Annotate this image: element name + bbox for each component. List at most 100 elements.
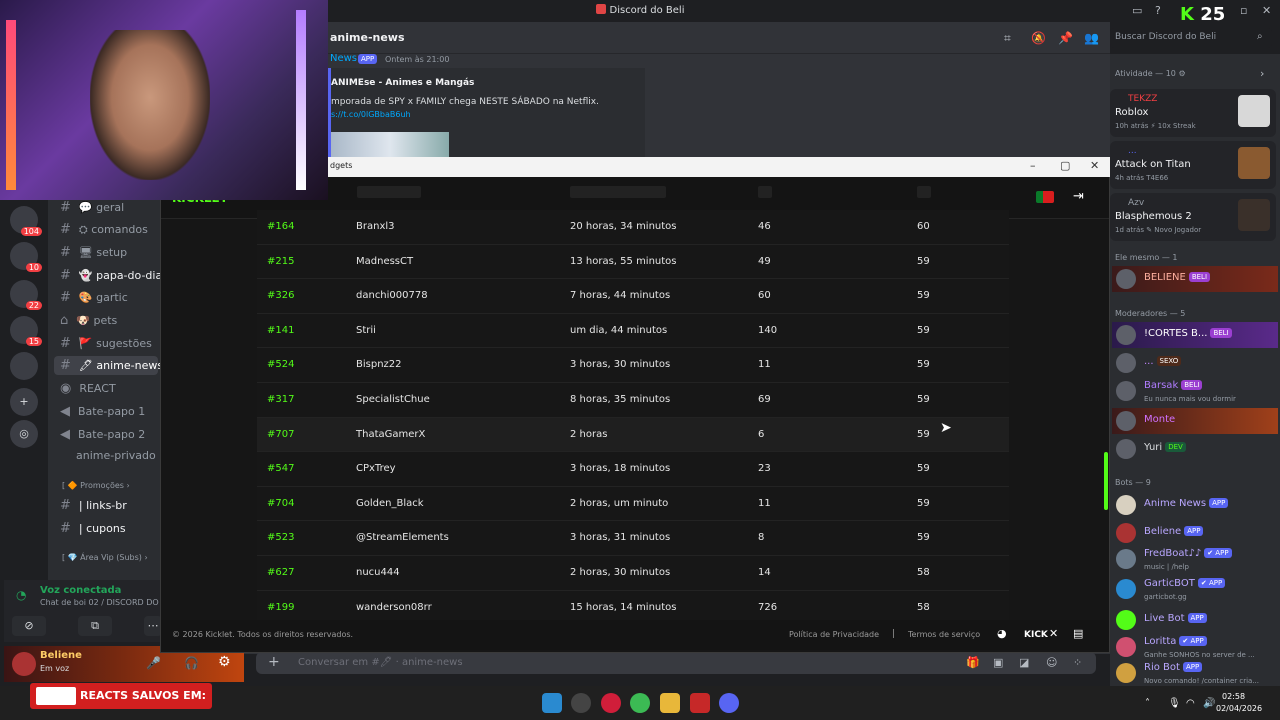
- close-icon[interactable]: ✕: [1090, 159, 1099, 172]
- activities-button[interactable]: ⧉: [78, 616, 112, 636]
- deafen-icon[interactable]: 🎧: [184, 656, 199, 670]
- gift-icon[interactable]: 🎁: [966, 656, 980, 669]
- chevron-up-icon[interactable]: ˄: [1145, 698, 1150, 709]
- chrome-icon[interactable]: [630, 693, 650, 713]
- voice-channel-2[interactable]: ◀ Bate-papo 2: [60, 427, 145, 442]
- scrollbar[interactable]: [1104, 452, 1108, 510]
- table-row[interactable]: #317 SpecialistChue 8 horas, 35 minutos 69 5…: [257, 383, 1009, 418]
- voice-channel[interactable]: Chat de boi 02 / DISCORD DO: [40, 598, 159, 607]
- member-item[interactable]: Anime News APP: [1112, 492, 1278, 518]
- table-row[interactable]: #326 danchi000778 7 horas, 44 minutos 60 59: [257, 279, 1009, 314]
- docs-icon[interactable]: ▤: [1073, 627, 1083, 640]
- threads-icon[interactable]: ⌗: [1004, 31, 1011, 46]
- channel-papa-do-dia[interactable]: # 👻 papa-do-dia: [60, 268, 162, 283]
- mic-icon[interactable]: 🎙: [1168, 698, 1181, 709]
- noise-suppression-button[interactable]: ⊘: [12, 616, 46, 636]
- category-promocoes[interactable]: [ 🔶 Promoções ›: [62, 481, 130, 490]
- start-icon[interactable]: [542, 693, 562, 713]
- volume-icon[interactable]: 🔊: [1203, 698, 1215, 709]
- channel-anime-news[interactable]: # 🖊 anime-news: [54, 356, 163, 375]
- table-row[interactable]: #523 @StreamElements 3 horas, 31 minutos 8 5…: [257, 521, 1009, 556]
- discord-icon[interactable]: ◕: [997, 627, 1007, 640]
- inbox-icon[interactable]: ▭: [1132, 4, 1142, 17]
- add-attachment-icon[interactable]: +: [268, 654, 280, 670]
- channel-setup[interactable]: # 🖥 setup: [60, 245, 127, 260]
- close-window-icon[interactable]: ✕: [1262, 4, 1271, 17]
- add-server-icon[interactable]: +: [10, 388, 38, 416]
- member-item[interactable]: ... SEXO: [1112, 350, 1278, 376]
- server-icon[interactable]: 15: [10, 316, 42, 346]
- table-row[interactable]: #164 Branxl3 20 horas, 34 minutos 46 60: [257, 210, 1009, 245]
- member-item[interactable]: Loritta ✔ APP Ganhe SONHOS no server de ..…: [1112, 634, 1278, 660]
- wifi-icon[interactable]: ◠: [1186, 698, 1195, 709]
- chevron-right-icon[interactable]: ›: [1260, 67, 1264, 80]
- activity-card[interactable]: TEKZZ Roblox 10h atrás ⚡ 10x Streak: [1110, 89, 1276, 137]
- minimize-icon[interactable]: ▫: [1240, 4, 1247, 17]
- discord-icon[interactable]: [719, 693, 739, 713]
- member-item[interactable]: FredBoat♪♪ ✔ APP music | /help: [1112, 546, 1278, 572]
- voice-channel-1[interactable]: ◀ Bate-papo 1: [60, 404, 145, 419]
- activity-card[interactable]: ... Attack on Titan 4h atrás T4E66: [1110, 141, 1276, 189]
- embed-title[interactable]: ANIMEse - Animes e Mangás: [331, 78, 474, 88]
- kick-link[interactable]: KICK: [1024, 630, 1048, 640]
- member-item[interactable]: !CORTES B... BELI: [1112, 322, 1278, 348]
- terms-link[interactable]: Termos de serviço: [908, 630, 980, 639]
- emoji-icon[interactable]: ☺: [1046, 656, 1057, 669]
- server-icon[interactable]: 10: [10, 242, 42, 272]
- member-item[interactable]: Beliene APP: [1112, 520, 1278, 546]
- member-item[interactable]: Yuri DEV: [1112, 436, 1278, 462]
- mute-mic-icon[interactable]: 🎤: [146, 656, 161, 670]
- x-icon[interactable]: ✕: [1049, 627, 1058, 640]
- channel-react[interactable]: ◉ REACT: [60, 381, 116, 396]
- channel-anime-privado[interactable]: anime-privado: [76, 449, 156, 462]
- settings-icon[interactable]: ⚙: [218, 654, 231, 670]
- channel-geral[interactable]: # 💬 geral: [60, 200, 124, 215]
- apps-icon[interactable]: ⁘: [1073, 656, 1082, 669]
- category-vip[interactable]: [ 💎 Área Vip (Subs) ›: [62, 553, 148, 562]
- portugal-flag-icon[interactable]: [1036, 191, 1054, 203]
- privacy-link[interactable]: Política de Privacidade: [789, 630, 879, 639]
- member-item[interactable]: GarticBOT ✔ APP garticbot.gg: [1112, 576, 1278, 602]
- date[interactable]: 02/04/2026: [1216, 704, 1262, 713]
- pin-icon[interactable]: 📌: [1058, 31, 1073, 45]
- server-icon[interactable]: 22: [10, 280, 42, 310]
- app-icon[interactable]: [690, 693, 710, 713]
- members-icon[interactable]: 👥: [1084, 31, 1099, 45]
- member-item[interactable]: BELIENE BELI: [1112, 266, 1278, 292]
- maximize-icon[interactable]: ▢: [1060, 159, 1070, 172]
- help-icon[interactable]: ?: [1155, 4, 1161, 17]
- mute-icon[interactable]: 🔕: [1031, 31, 1046, 45]
- obs-icon[interactable]: [571, 693, 591, 713]
- logout-icon[interactable]: ⇥: [1073, 189, 1084, 204]
- table-row[interactable]: #141 Strii um dia, 44 minutos 140 59: [257, 313, 1009, 349]
- folder-icon[interactable]: [660, 693, 680, 713]
- sticker-icon[interactable]: ◪: [1019, 656, 1029, 669]
- member-item[interactable]: Live Bot APP: [1112, 607, 1278, 633]
- gif-icon[interactable]: ▣: [993, 656, 1003, 669]
- table-row[interactable]: #707 ThataGamerX 2 horas 6 59: [257, 417, 1009, 453]
- member-item[interactable]: Monte: [1112, 408, 1278, 434]
- channel-gartic[interactable]: # 🎨 gartic: [60, 290, 128, 305]
- avatar[interactable]: [12, 652, 36, 676]
- table-row[interactable]: #704 Golden_Black 2 horas, um minuto 11 59: [257, 486, 1009, 522]
- server-icon[interactable]: [10, 352, 38, 380]
- server-icon[interactable]: 104: [10, 206, 42, 236]
- table-row[interactable]: #627 nucu444 2 horas, 30 minutos 14 58: [257, 556, 1009, 591]
- table-row[interactable]: #547 CPxTrey 3 horas, 18 minutos 23 59: [257, 452, 1009, 487]
- embed-link[interactable]: s://t.co/0lGBbaB6uh: [331, 110, 411, 119]
- channel-links-br[interactable]: # | links-br: [60, 498, 127, 513]
- discover-icon[interactable]: ◎: [10, 420, 38, 448]
- member-item[interactable]: Rio Bot APP Novo comando! /container cria.…: [1112, 660, 1278, 686]
- embed-image[interactable]: [331, 132, 449, 158]
- opera-icon[interactable]: [601, 693, 621, 713]
- channel-comandos[interactable]: # ⛭ comandos: [60, 222, 148, 237]
- message-author[interactable]: News: [330, 53, 357, 64]
- table-row[interactable]: #215 MadnessCT 13 horas, 55 minutos 49 59: [257, 244, 1009, 280]
- channel-cupons[interactable]: # | cupons: [60, 521, 126, 536]
- activity-card[interactable]: Azv Blasphemous 2 1d atrás ✎ Novo Jogador: [1110, 193, 1276, 241]
- member-item[interactable]: Barsak BELI Eu nunca mais vou dormir: [1112, 378, 1278, 404]
- table-row[interactable]: #524 Bispnz22 3 horas, 30 minutos 11 59: [257, 348, 1009, 383]
- clock[interactable]: 02:58: [1222, 692, 1245, 701]
- minimize-icon[interactable]: –: [1030, 159, 1036, 172]
- channel-pets[interactable]: ⌂ 🐶 pets: [60, 313, 117, 328]
